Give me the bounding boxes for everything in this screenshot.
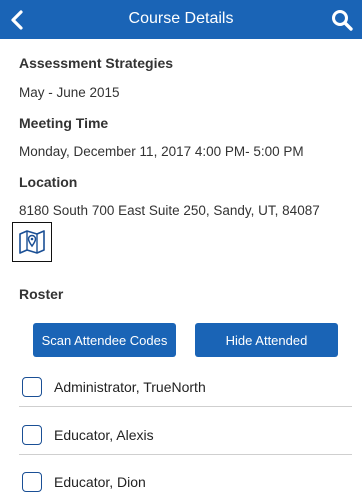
map-pin-icon — [19, 230, 45, 254]
location-label: Location — [19, 174, 78, 190]
course-name: Assessment Strategies — [19, 55, 174, 71]
divider — [19, 454, 352, 455]
attendee-checkbox[interactable] — [22, 472, 42, 492]
list-item[interactable]: Educator, Alexis — [0, 415, 362, 455]
attendee-checkbox[interactable] — [22, 377, 42, 397]
attendee-checkbox[interactable] — [22, 425, 42, 445]
page-title: Course Details — [128, 10, 234, 27]
app-header: Course Details — [0, 0, 362, 39]
map-button[interactable] — [12, 222, 52, 262]
divider — [19, 406, 352, 407]
location-value: 8180 South 700 East Suite 250, Sandy, UT… — [19, 203, 320, 218]
attendee-name: Educator, Dion — [54, 474, 146, 490]
list-item[interactable]: Administrator, TrueNorth — [0, 367, 362, 407]
attendee-name: Administrator, TrueNorth — [54, 379, 206, 395]
course-dates: May - June 2015 — [19, 85, 120, 100]
scan-attendee-codes-button[interactable]: Scan Attendee Codes — [33, 323, 176, 357]
meeting-time-value: Monday, December 11, 2017 4:00 PM- 5:00 … — [19, 144, 304, 159]
meeting-time-label: Meeting Time — [19, 115, 109, 131]
hide-attended-button[interactable]: Hide Attended — [195, 323, 338, 357]
attendee-name: Educator, Alexis — [54, 427, 154, 443]
roster-label: Roster — [19, 286, 64, 302]
list-item[interactable]: Educator, Dion — [0, 462, 362, 500]
search-icon[interactable] — [330, 8, 354, 32]
